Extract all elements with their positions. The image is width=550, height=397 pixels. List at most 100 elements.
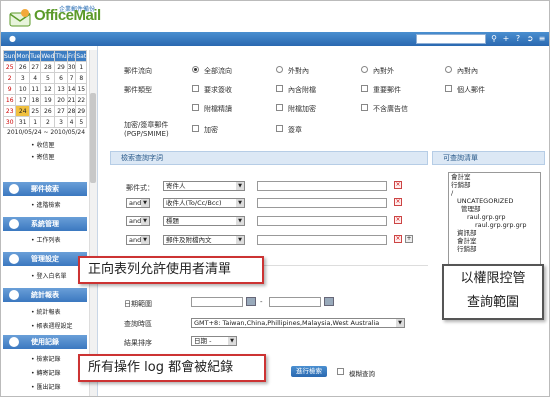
calendar-day[interactable]: 13 [54,83,68,95]
sidebar-item-forward-log[interactable]: 轉寄記錄 [31,368,61,377]
sidebar-section-reports[interactable]: 統計報表 [3,288,87,302]
sidebar-section-settings[interactable]: 管理設定 [3,252,87,266]
calendar-day[interactable]: 28 [66,105,77,117]
type-receipt-checkbox[interactable] [192,85,199,92]
calendar-day[interactable]: 27 [54,105,68,117]
type-personal-checkbox[interactable] [445,85,452,92]
calendar-day[interactable]: 4 [66,116,77,128]
calendar-day[interactable]: 12 [40,83,56,95]
calendar-day[interactable]: 25 [29,105,42,117]
logic-select-3[interactable]: and ▼ [126,216,150,226]
list-item[interactable]: 管理部 [449,205,540,213]
calendar-day[interactable]: 17 [15,94,31,106]
query-value-input-3[interactable] [257,216,387,226]
calendar-day[interactable]: 26 [15,61,31,73]
sign-checkbox[interactable] [276,125,283,132]
calendar-day[interactable]: 14 [66,83,77,95]
calendar-day[interactable]: 2 [40,116,56,128]
settings-icon[interactable]: ≡ [537,34,547,44]
list-item[interactable]: 行銷部 [449,181,540,189]
calendar-day[interactable]: 2 [2,72,17,84]
list-item[interactable]: raul.grp.grp.grp [449,221,540,229]
sidebar-item-report-schedule[interactable]: 帳表週程設定 [31,321,73,330]
type-attachment-checkbox[interactable] [276,85,283,92]
fuzzy-search-checkbox[interactable] [337,368,344,375]
timezone-select[interactable]: GMT+8: Taiwan,China,Phillipines,Malaysia… [191,318,405,328]
calendar-day[interactable]: 26 [40,105,56,117]
calendar-day[interactable]: 30 [66,61,77,73]
remove-row-icon[interactable]: × [394,235,402,243]
remove-row-icon[interactable]: × [394,198,402,206]
query-value-input-4[interactable] [257,235,387,245]
type-attach-read-checkbox[interactable] [192,104,199,111]
sidebar-scrollbar-thumb[interactable] [90,93,96,183]
group-listbox[interactable]: 會計室 行銷部 / UNCATEGORIZED 管理部 raul.grp.grp… [448,172,541,272]
sidebar-item-advanced-search[interactable]: 進階檢索 [31,200,61,209]
calendar-day[interactable]: 1 [75,61,88,73]
list-item[interactable]: / [449,189,540,197]
calendar-day[interactable]: 18 [29,94,42,106]
calendar-day[interactable]: 11 [29,83,42,95]
calendar-day[interactable]: 10 [15,83,31,95]
search-button[interactable]: 進行檢索 [291,366,327,377]
user-icon[interactable]: ● [9,34,16,43]
direction-out-radio[interactable] [361,66,368,73]
calendar-day[interactable]: 15 [75,83,88,95]
calendar-day[interactable]: 23 [2,105,17,117]
type-no-ad-checkbox[interactable] [361,104,368,111]
list-item[interactable]: 會計室 [449,237,540,245]
query-field-select-2[interactable]: 收件人(To/Cc/Bcc) ▼ [163,198,245,208]
sidebar-section-search[interactable]: 郵件檢索 [3,182,87,196]
calendar-day[interactable]: 20 [54,94,68,106]
list-item[interactable]: raul.grp.grp [449,213,540,221]
remove-row-icon[interactable]: × [394,216,402,224]
query-value-input-2[interactable] [257,198,387,208]
calendar-day[interactable]: 29 [75,105,88,117]
encrypt-checkbox[interactable] [192,125,199,132]
sidebar-item-export-log[interactable]: 匯出記錄 [31,382,61,391]
date-from-input[interactable] [191,297,243,307]
calendar-day[interactable]: 22 [75,94,88,106]
list-item[interactable]: 資訊部 [449,229,540,237]
type-attach-encrypt-checkbox[interactable] [276,104,283,111]
calendar-day[interactable]: 31 [15,116,31,128]
logic-select-4[interactable]: and ▼ [126,235,150,245]
add-row-icon[interactable]: + [405,235,413,243]
search-icon[interactable]: ⚲ [489,34,499,44]
search-input[interactable] [416,34,486,44]
logic-select-2[interactable]: and ▼ [126,198,150,208]
add-icon[interactable]: + [501,34,511,44]
calendar-icon[interactable] [324,297,334,306]
date-to-input[interactable] [269,297,321,307]
calendar-day[interactable]: 29 [54,61,68,73]
calendar-day[interactable]: 1 [29,116,42,128]
query-field-select-4[interactable]: 郵件及附檔內文 ▼ [163,235,245,245]
calendar-icon[interactable] [246,297,256,306]
query-field-select-3[interactable]: 標題 ▼ [163,216,245,226]
sidebar-item-search-log[interactable]: 檢索記錄 [31,354,61,363]
sort-select[interactable]: 日期 - ▼ [191,336,237,346]
query-value-input-1[interactable] [257,181,387,191]
help-icon[interactable]: ? [513,34,523,44]
calendar-day[interactable]: 16 [2,94,17,106]
sidebar-item-login-whitelist[interactable]: 登入白名單 [31,271,67,280]
query-field-select-1[interactable]: 寄件人 ▼ [163,181,245,191]
logout-icon[interactable]: ➲ [525,34,535,44]
type-important-checkbox[interactable] [361,85,368,92]
calendar-day[interactable]: 4 [29,72,42,84]
calendar-day[interactable]: 27 [29,61,42,73]
calendar-day[interactable]: 24 [15,105,31,117]
calendar-day[interactable]: 6 [54,72,68,84]
direction-internal-radio[interactable] [445,66,452,73]
calendar-day[interactable]: 25 [2,61,17,73]
calendar-day[interactable]: 30 [2,116,17,128]
sidebar-item-reports[interactable]: 統計報表 [31,307,61,316]
calendar-day[interactable]: 7 [66,72,77,84]
sidebar-item-job-list[interactable]: 工作列表 [31,235,61,244]
list-item[interactable]: 行銷部 [449,245,540,253]
sidebar-item-sent[interactable]: 寄信匣 [31,152,55,161]
calendar-day[interactable]: 5 [40,72,56,84]
sidebar-section-system[interactable]: 系統管理 [3,217,87,231]
sidebar-section-logs[interactable]: 使用記錄 [3,335,87,349]
calendar-day[interactable]: 9 [2,83,17,95]
